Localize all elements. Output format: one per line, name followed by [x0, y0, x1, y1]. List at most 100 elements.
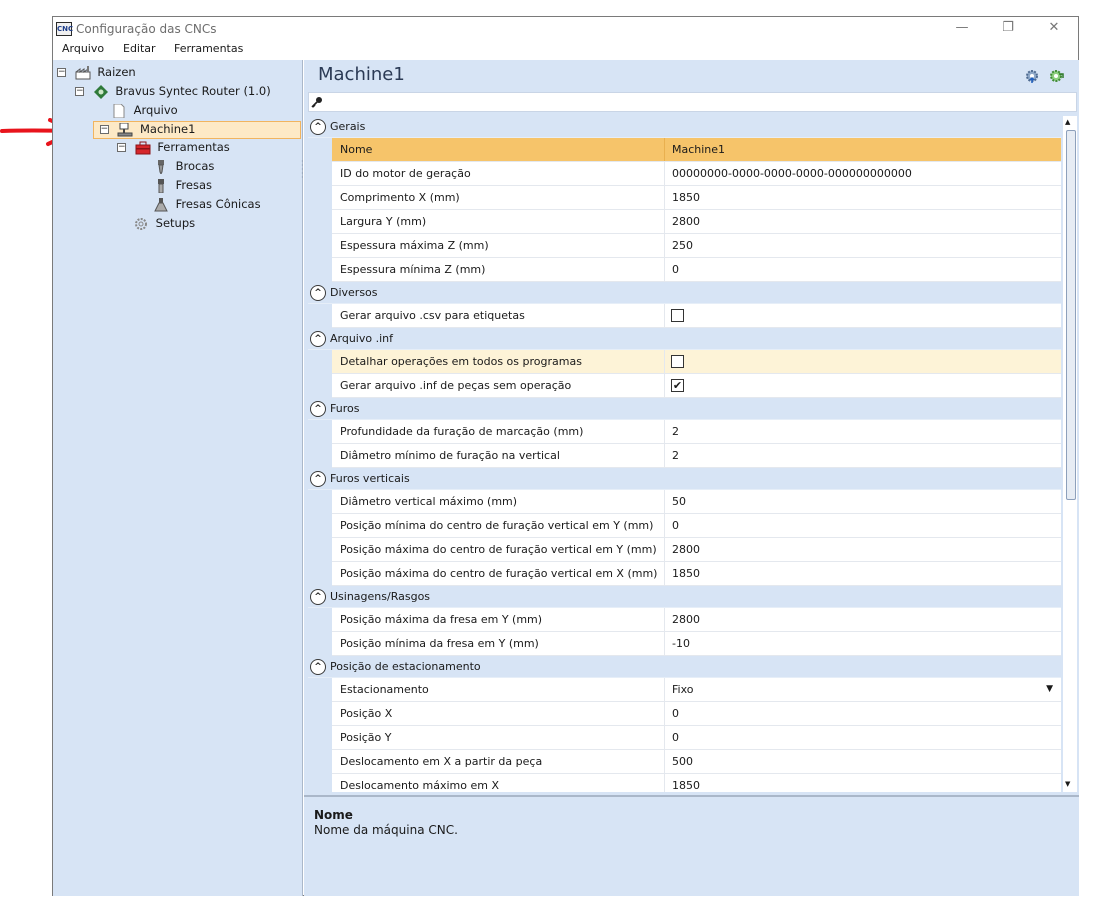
dropdown-arrow-icon[interactable]: ▼	[1046, 678, 1053, 701]
category-header[interactable]: ^ Usinagens/Rasgos	[308, 586, 1061, 608]
checkbox[interactable]	[671, 309, 684, 322]
property-row[interactable]: Posição Y 0	[332, 726, 1061, 750]
property-value[interactable]: 250	[672, 234, 1052, 257]
category-header[interactable]: ^ Arquivo .inf	[308, 328, 1061, 350]
property-value[interactable]: 0	[672, 514, 1052, 537]
property-value[interactable]: 0	[672, 702, 1052, 725]
property-row[interactable]: Detalhar operações em todos os programas	[332, 350, 1061, 374]
property-row[interactable]: Deslocamento em X a partir da peça 500	[332, 750, 1061, 774]
menu-arquivo[interactable]: Arquivo	[62, 42, 104, 55]
maximize-button[interactable]: ❐	[985, 17, 1031, 41]
property-value[interactable]: 2800	[672, 608, 1052, 631]
factory-icon	[75, 65, 91, 79]
property-row[interactable]: Posição mínima da fresa em Y (mm) -10	[332, 632, 1061, 656]
import-settings-icon[interactable]	[1048, 68, 1064, 84]
tree-label: Machine1	[139, 122, 196, 136]
collapse-chevron-icon[interactable]: ^	[310, 589, 326, 605]
property-value[interactable]: 2800	[672, 538, 1052, 561]
row-gutter	[308, 350, 332, 398]
tree-node-brocas[interactable]: Brocas	[153, 159, 214, 177]
app-logo-icon: CNC	[56, 22, 73, 36]
tree-node-fresas-conicas[interactable]: Fresas Cônicas	[153, 197, 261, 215]
property-value[interactable]: 1850	[672, 186, 1052, 209]
property-value[interactable]: 500	[672, 750, 1052, 773]
property-row[interactable]: Gerar arquivo .csv para etiquetas	[332, 304, 1061, 328]
property-row[interactable]: Largura Y (mm) 2800	[332, 210, 1061, 234]
collapse-icon[interactable]: −	[99, 125, 109, 134]
minimize-button[interactable]: —	[939, 17, 985, 41]
grid-scrollbar[interactable]: ▲ ▼	[1063, 116, 1077, 792]
property-row[interactable]: Espessura máxima Z (mm) 250	[332, 234, 1061, 258]
property-value[interactable]: 0	[672, 258, 1052, 281]
scroll-down-icon[interactable]: ▼	[1065, 780, 1070, 788]
collapse-chevron-icon[interactable]: ^	[310, 331, 326, 347]
property-name: Detalhar operações em todos os programas	[332, 350, 665, 373]
collapse-icon[interactable]: −	[117, 143, 126, 152]
property-row[interactable]: Diâmetro mínimo de furação na vertical 2	[332, 444, 1061, 468]
property-value[interactable]: 0	[672, 726, 1052, 749]
collapse-chevron-icon[interactable]: ^	[310, 401, 326, 417]
property-row[interactable]: Gerar arquivo .inf de peças sem operação…	[332, 374, 1061, 398]
mill-bit-icon	[158, 178, 164, 193]
scroll-up-icon[interactable]: ▲	[1065, 118, 1070, 126]
property-name: Posição máxima da fresa em Y (mm)	[332, 608, 665, 631]
property-row[interactable]: Profundidade da furação de marcação (mm)…	[332, 420, 1061, 444]
property-name: Posição Y	[332, 726, 665, 749]
checkbox-checked[interactable]: ✔	[671, 379, 684, 392]
gear-icon	[135, 217, 147, 230]
tree-node-setups[interactable]: Setups	[133, 216, 195, 234]
property-row[interactable]: Posição máxima do centro de furação vert…	[332, 562, 1061, 586]
tree-node-machine1[interactable]: − Machine1	[93, 121, 301, 139]
property-row[interactable]: Estacionamento Fixo ▼	[332, 678, 1061, 702]
property-value[interactable]: 2	[672, 444, 1052, 467]
description-title: Nome	[314, 808, 353, 822]
export-settings-icon[interactable]	[1024, 68, 1040, 84]
menu-editar[interactable]: Editar	[123, 42, 156, 55]
category-header[interactable]: ^ Gerais	[308, 116, 1061, 138]
property-row[interactable]: Nome Machine1	[332, 138, 1061, 162]
close-button[interactable]: ✕	[1031, 17, 1077, 41]
property-value[interactable]: -10	[672, 632, 1052, 655]
property-row[interactable]: Posição máxima do centro de furação vert…	[332, 538, 1061, 562]
property-value[interactable]: Fixo	[672, 678, 1052, 701]
property-row[interactable]: Comprimento X (mm) 1850	[332, 186, 1061, 210]
property-value[interactable]: 2	[672, 420, 1052, 443]
search-input[interactable]	[308, 92, 1077, 112]
property-value[interactable]: 1850	[672, 774, 1052, 792]
collapse-chevron-icon[interactable]: ^	[310, 659, 326, 675]
collapse-chevron-icon[interactable]: ^	[310, 119, 326, 135]
collapse-chevron-icon[interactable]: ^	[310, 471, 326, 487]
category-header[interactable]: ^ Posição de estacionamento	[308, 656, 1061, 678]
tree-node-arquivo[interactable]: Arquivo	[111, 103, 178, 121]
tree-node-fresas[interactable]: Fresas	[153, 178, 212, 196]
collapse-chevron-icon[interactable]: ^	[310, 285, 326, 301]
category-header[interactable]: ^ Diversos	[308, 282, 1061, 304]
property-name: Nome	[332, 138, 665, 161]
checkbox[interactable]	[671, 355, 684, 368]
property-value[interactable]: 2800	[672, 210, 1052, 233]
category-label: Usinagens/Rasgos	[330, 590, 431, 603]
property-value[interactable]: 50	[672, 490, 1052, 513]
property-row[interactable]: Deslocamento máximo em X 1850	[332, 774, 1061, 792]
tree-node-raizen[interactable]: − Raizen	[57, 65, 136, 83]
property-value[interactable]: Machine1	[672, 138, 1052, 161]
category-header[interactable]: ^ Furos verticais	[308, 468, 1061, 490]
scroll-thumb[interactable]	[1066, 130, 1076, 500]
property-row[interactable]: ID do motor de geração 00000000-0000-0000…	[332, 162, 1061, 186]
property-row[interactable]: Posição mínima do centro de furação vert…	[332, 514, 1061, 538]
property-row[interactable]: Posição X 0	[332, 702, 1061, 726]
conical-mill-icon	[154, 197, 168, 211]
property-row[interactable]: Posição máxima da fresa em Y (mm) 2800	[332, 608, 1061, 632]
menu-ferramentas[interactable]: Ferramentas	[174, 42, 243, 55]
category-header[interactable]: ^ Furos	[308, 398, 1061, 420]
property-row[interactable]: Espessura mínima Z (mm) 0	[332, 258, 1061, 282]
collapse-icon[interactable]: −	[57, 68, 66, 77]
category-label: Furos verticais	[330, 472, 410, 485]
collapse-icon[interactable]: −	[75, 87, 84, 96]
property-value[interactable]: 1850	[672, 562, 1052, 585]
property-row[interactable]: Diâmetro vertical máximo (mm) 50	[332, 490, 1061, 514]
drill-bit-icon	[158, 159, 164, 174]
property-value[interactable]: 00000000-0000-0000-0000-000000000000	[672, 162, 1052, 185]
tree-node-ferramentas[interactable]: − Ferramentas	[117, 140, 230, 158]
tree-node-router[interactable]: − Bravus Syntec Router (1.0)	[75, 84, 271, 102]
